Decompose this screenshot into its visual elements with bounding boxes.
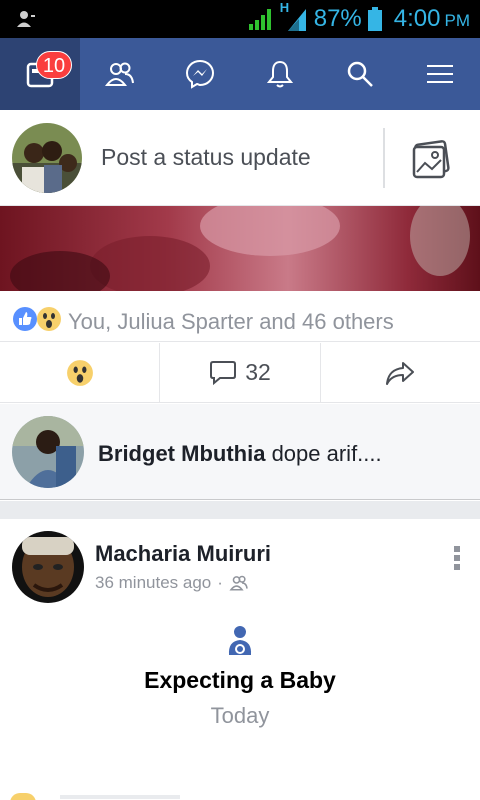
clock-suffix: PM bbox=[444, 11, 471, 30]
post-author[interactable]: Macharia Muiruri bbox=[95, 541, 271, 567]
add-photo-button[interactable] bbox=[411, 139, 451, 184]
search-icon bbox=[347, 61, 373, 87]
comment-icon bbox=[210, 360, 237, 385]
life-event-title: Expecting a Baby bbox=[144, 667, 336, 693]
comment-text: Bridget Mbuthia dope arif.... bbox=[98, 441, 382, 467]
friends-icon bbox=[105, 62, 134, 86]
clock: 4:00 PM bbox=[394, 5, 470, 33]
like-reaction-icon bbox=[13, 307, 37, 331]
signal-icon: H bbox=[280, 0, 308, 32]
nav-news-feed[interactable]: 10 bbox=[0, 38, 80, 110]
comment-body: dope arif.... bbox=[271, 441, 382, 466]
life-event-date: Today bbox=[210, 703, 270, 728]
author-avatar[interactable] bbox=[12, 531, 84, 603]
meta-separator: · bbox=[217, 573, 223, 592]
status-placeholder[interactable]: Post a status update bbox=[101, 144, 311, 171]
post-actions: 32 bbox=[0, 343, 480, 403]
account-icon bbox=[17, 11, 35, 27]
battery-percent: 87% bbox=[313, 5, 362, 32]
feed-post: Macharia Muiruri 36 minutes ago · Expect… bbox=[0, 519, 480, 800]
status-composer[interactable]: Post a status update bbox=[0, 110, 480, 206]
nav-messenger[interactable] bbox=[160, 38, 240, 110]
react-button[interactable] bbox=[0, 343, 161, 402]
post-meta: 36 minutes ago · bbox=[95, 573, 249, 593]
reaction-icons bbox=[12, 306, 62, 332]
comment-count: 32 bbox=[245, 359, 271, 385]
post-options-button[interactable] bbox=[452, 545, 462, 576]
clock-time: 4:00 bbox=[393, 5, 441, 32]
post-time[interactable]: 36 minutes ago bbox=[95, 573, 211, 593]
messenger-icon bbox=[185, 59, 215, 89]
photo-icon bbox=[412, 140, 450, 179]
menu-icon bbox=[427, 65, 453, 83]
friends-icon bbox=[229, 575, 248, 591]
reactions-text[interactable]: You, Juliua Sparter and 46 others bbox=[68, 309, 394, 335]
notification-badge: 10 bbox=[36, 51, 72, 79]
nav-search[interactable] bbox=[320, 38, 400, 110]
composer-divider bbox=[383, 128, 385, 188]
baby-icon bbox=[228, 626, 252, 655]
bell-icon bbox=[267, 60, 293, 88]
nav-notifications[interactable] bbox=[240, 38, 320, 110]
facebook-nav-bar: 10 bbox=[0, 38, 480, 110]
commenter-avatar[interactable] bbox=[12, 416, 84, 488]
reactions-summary[interactable]: You, Juliua Sparter and 46 others bbox=[0, 292, 480, 342]
nav-menu[interactable] bbox=[400, 38, 480, 110]
next-post-preview bbox=[60, 795, 180, 799]
next-post-icon bbox=[10, 793, 36, 800]
status-right: H 87% 4:00 PM bbox=[248, 0, 470, 34]
comment-button[interactable]: 32 bbox=[160, 343, 321, 402]
wow-reaction-icon bbox=[37, 307, 61, 331]
user-avatar[interactable] bbox=[12, 123, 82, 193]
comment-preview[interactable]: Bridget Mbuthia dope arif.... bbox=[0, 404, 480, 500]
post-photo[interactable] bbox=[0, 206, 480, 291]
battery-icon bbox=[367, 7, 382, 31]
more-vertical-icon bbox=[454, 546, 460, 570]
wifi-signal-icon bbox=[248, 9, 271, 30]
nav-friend-requests[interactable] bbox=[80, 38, 160, 110]
status-bar: H 87% 4:00 PM bbox=[0, 0, 480, 38]
comment-author[interactable]: Bridget Mbuthia bbox=[98, 441, 265, 466]
wow-reaction-icon bbox=[66, 359, 93, 386]
feed-separator bbox=[0, 501, 480, 519]
share-button[interactable] bbox=[321, 343, 480, 402]
share-icon bbox=[386, 361, 415, 385]
